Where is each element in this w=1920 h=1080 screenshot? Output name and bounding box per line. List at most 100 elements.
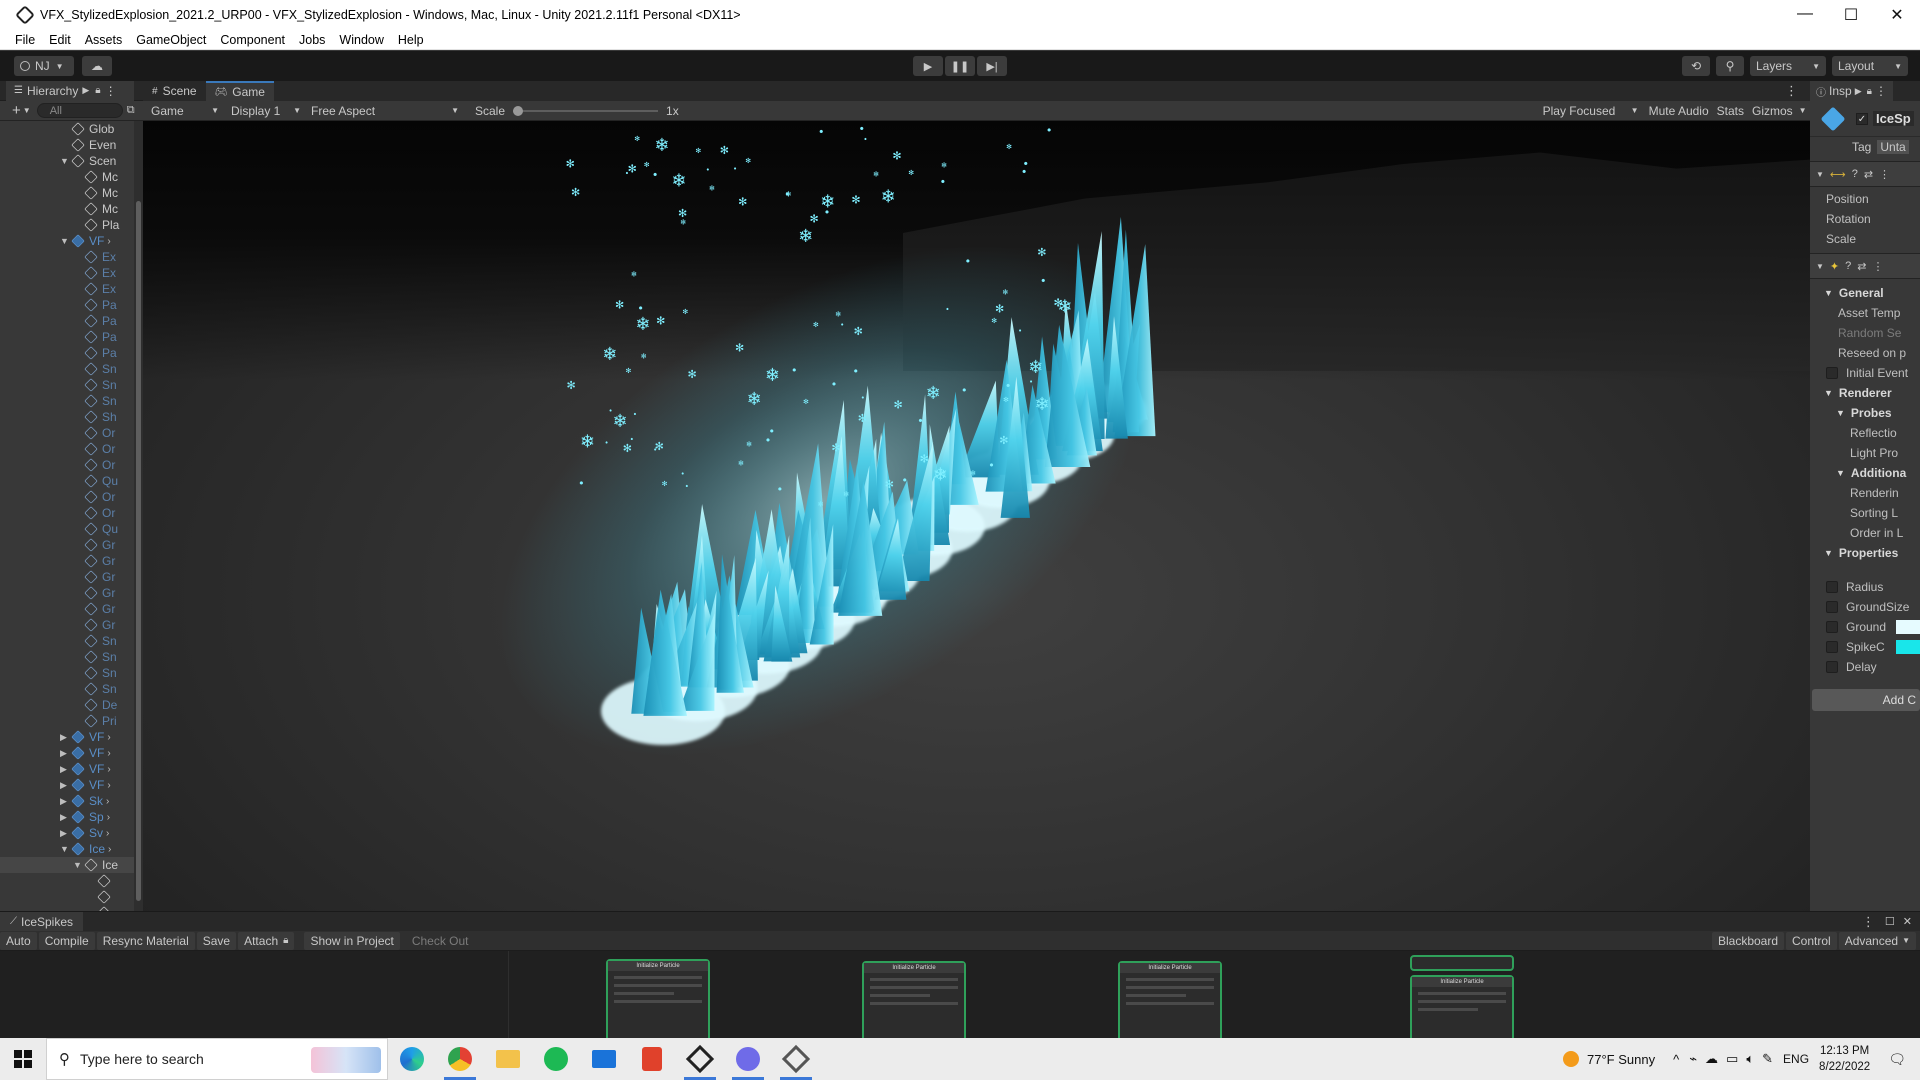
save-button[interactable]: Save	[196, 931, 237, 950]
display-dropdown[interactable]: Display 1 ▼	[227, 102, 305, 120]
menu-edit[interactable]: Edit	[42, 33, 78, 47]
tab-scene[interactable]: # Scene	[143, 81, 206, 101]
game-viewport[interactable]: • ✻ ❄ • • ✻ ✻ ✻ ❄ ✻ ✻ • ✻ • • ✻ • • • ❄ ❄ • • ✻ • ❄ • ✻ ✻ • ✻ ✻ ❄ • ✻ ❄ ❄ • ❄ ✻…	[143, 121, 1810, 911]
unity-editor-icon[interactable]	[772, 1038, 820, 1080]
auto-compile-toggle[interactable]: Auto	[0, 931, 37, 950]
graph-node[interactable]: Initialize Particle	[1410, 975, 1514, 1038]
inspector-field[interactable]: GroundSize	[1810, 597, 1920, 617]
taskbar-search-input[interactable]: ⚲ Type here to search	[46, 1038, 388, 1080]
volume-icon[interactable]: 🔈︎	[1746, 1051, 1754, 1067]
inspector-field[interactable]: Rotation	[1810, 209, 1920, 229]
scale-slider[interactable]	[513, 105, 659, 117]
play-focused-dropdown[interactable]: Play Focused ▼	[1539, 102, 1643, 120]
probes-foldout[interactable]: ▼ Probes	[1810, 403, 1920, 423]
hierarchy-item[interactable]: Sh	[0, 409, 134, 425]
menu-gameobject[interactable]: GameObject	[129, 33, 213, 47]
hierarchy-item[interactable]: Pa	[0, 297, 134, 313]
inspector-field[interactable]: Renderin	[1810, 483, 1920, 503]
tag-dropdown[interactable]: Unta	[1877, 140, 1909, 154]
more-icon[interactable]: ⋮	[105, 84, 117, 98]
graph-node[interactable]	[1410, 955, 1514, 971]
discord-icon[interactable]	[724, 1038, 772, 1080]
prefab-open-chevron-icon[interactable]: ›	[107, 780, 110, 791]
foldout-closed-icon[interactable]: ▶	[60, 732, 70, 743]
aspect-dropdown[interactable]: Free Aspect ▼	[307, 102, 463, 120]
menu-component[interactable]: Component	[213, 33, 292, 47]
hierarchy-item[interactable]: Pa	[0, 313, 134, 329]
stats-toggle[interactable]: Stats	[1717, 104, 1744, 118]
attach-button[interactable]: Attach 🔒︎	[238, 931, 295, 950]
hierarchy-item[interactable]: ▶ Sp ›	[0, 809, 134, 825]
minimize-button[interactable]: —	[1782, 5, 1828, 25]
graph-node[interactable]: Initialize Particle	[1118, 961, 1222, 1038]
prefab-open-chevron-icon[interactable]: ›	[107, 812, 110, 823]
hierarchy-item[interactable]: Sn	[0, 633, 134, 649]
inspector-field[interactable]: Reflectio	[1810, 423, 1920, 443]
hierarchy-item[interactable]: Or	[0, 425, 134, 441]
inspector-field[interactable]: Scale	[1810, 229, 1920, 249]
prefab-open-chevron-icon[interactable]: ›	[107, 236, 110, 247]
vfx-graph-canvas[interactable]: Initialize Particle Initialize Particle …	[0, 951, 1920, 1038]
override-checkbox[interactable]	[1826, 621, 1838, 633]
clock[interactable]: 12:13 PM 8/22/2022	[1819, 1043, 1870, 1075]
tab-hierarchy[interactable]: ☰ Hierarchy ▶ 🔒︎ ⋮	[6, 80, 134, 101]
advanced-dropdown[interactable]: Advanced ▼	[1838, 931, 1916, 950]
visual-effect-component-header[interactable]: ▼ ✦ ? ⇄ ⋮	[1810, 253, 1920, 279]
foldout-open-icon[interactable]: ▼	[73, 860, 83, 870]
chrome-icon[interactable]	[436, 1038, 484, 1080]
maximize-button[interactable]: ☐	[1828, 5, 1874, 25]
help-icon[interactable]: ?	[1845, 260, 1851, 272]
prefab-open-chevron-icon[interactable]: ›	[107, 748, 110, 759]
office-icon[interactable]	[628, 1038, 676, 1080]
hierarchy-item[interactable]: Gr	[0, 553, 134, 569]
hierarchy-item[interactable]: Ex	[0, 265, 134, 281]
hierarchy-item[interactable]: Gr	[0, 617, 134, 633]
language-indicator[interactable]: ENG	[1783, 1052, 1809, 1066]
inspector-field[interactable]: Position	[1810, 189, 1920, 209]
network-icon[interactable]: ⌁	[1689, 1051, 1697, 1067]
hierarchy-item[interactable]: Qu	[0, 521, 134, 537]
more-icon[interactable]: ⋮	[1785, 83, 1798, 99]
tab-game[interactable]: 🎮︎ Game	[205, 81, 274, 101]
menu-help[interactable]: Help	[391, 33, 431, 47]
hierarchy-item[interactable]: Ex	[0, 249, 134, 265]
override-checkbox[interactable]	[1826, 367, 1838, 379]
preset-icon[interactable]: ⇄	[1857, 260, 1866, 273]
compile-button[interactable]: Compile	[38, 931, 95, 950]
cloud-button[interactable]: ☁	[82, 56, 112, 76]
close-panel-icon[interactable]: ✕	[1903, 915, 1912, 928]
general-foldout[interactable]: ▼ General	[1810, 283, 1920, 303]
prefab-open-chevron-icon[interactable]: ›	[108, 844, 111, 855]
hierarchy-item[interactable]: Gr	[0, 569, 134, 585]
hierarchy-item[interactable]: ▼ VF ›	[0, 233, 134, 249]
spotify-icon[interactable]	[532, 1038, 580, 1080]
pause-button[interactable]: ❚❚	[945, 56, 975, 76]
step-button[interactable]: ▶|	[977, 56, 1007, 76]
hierarchy-item[interactable]: Sn	[0, 393, 134, 409]
resync-material-button[interactable]: Resync Material	[96, 931, 195, 950]
layout-dropdown[interactable]: Layout ▼	[1832, 56, 1908, 76]
hierarchy-item[interactable]: Sn	[0, 361, 134, 377]
inspector-field[interactable]: SpikeC	[1810, 637, 1920, 657]
hierarchy-item[interactable]	[0, 889, 134, 905]
foldout-closed-icon[interactable]: ▶	[60, 812, 70, 823]
hierarchy-item[interactable]: Even	[0, 137, 134, 153]
scene-visibility-icon[interactable]: ⧉	[127, 104, 135, 117]
hierarchy-item[interactable]: Mc	[0, 169, 134, 185]
hierarchy-item[interactable]: ▶ Sv ›	[0, 825, 134, 841]
hierarchy-item[interactable]	[0, 873, 134, 889]
foldout-closed-icon[interactable]: ▶	[60, 748, 70, 759]
file-explorer-icon[interactable]	[484, 1038, 532, 1080]
more-icon[interactable]: ⋮	[1879, 168, 1890, 181]
object-name-field[interactable]: IceSp	[1873, 111, 1914, 126]
override-checkbox[interactable]	[1826, 581, 1838, 593]
hierarchy-item[interactable]: ▼ Scen	[0, 153, 134, 169]
scale-slider-thumb[interactable]	[513, 105, 524, 116]
chevron-down-icon[interactable]: ▼	[23, 106, 31, 115]
foldout-open-icon[interactable]: ▼	[60, 156, 70, 166]
foldout-closed-icon[interactable]: ▶	[60, 764, 70, 775]
foldout-closed-icon[interactable]: ▶	[60, 828, 70, 839]
transform-component-header[interactable]: ▼ ⟷ ? ⇄ ⋮	[1810, 161, 1920, 187]
inspector-field[interactable]: Delay	[1810, 657, 1920, 677]
hierarchy-item[interactable]: Sn	[0, 665, 134, 681]
